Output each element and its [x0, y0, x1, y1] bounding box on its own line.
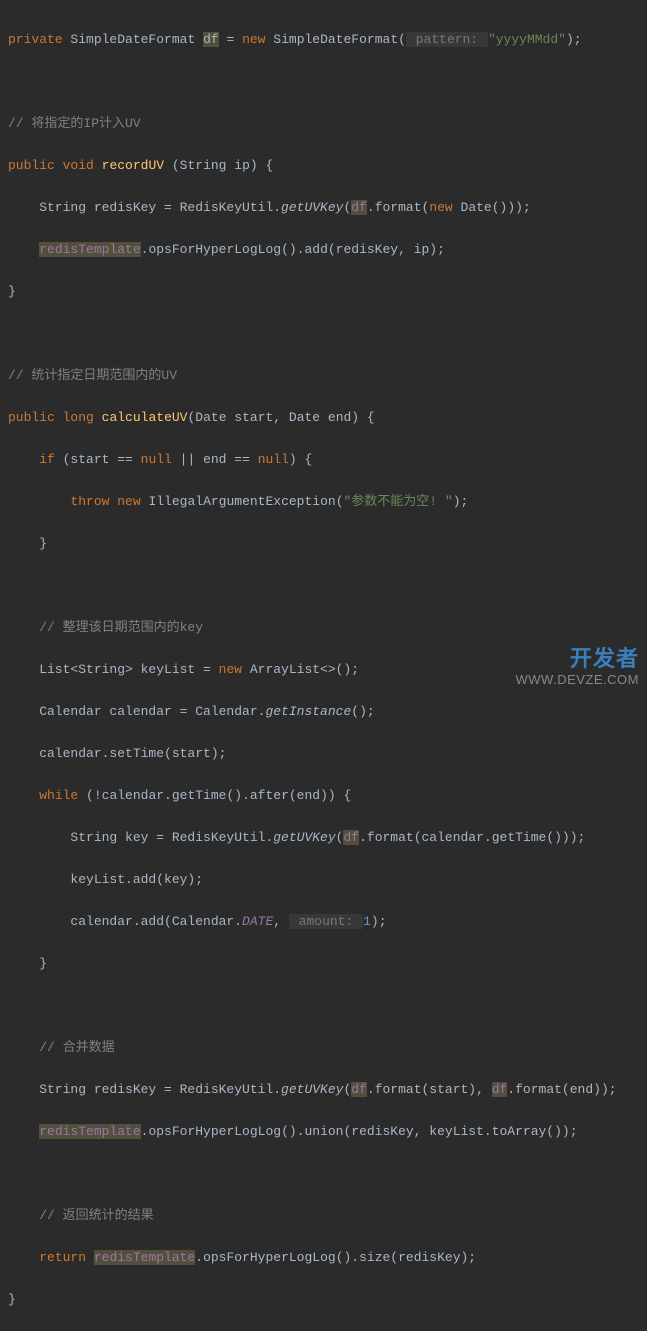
- code-line: // 将指定的IP计入UV: [8, 113, 647, 134]
- code-line: String redisKey = RedisKeyUtil.getUVKey(…: [8, 1079, 647, 1100]
- keyword-new: new: [242, 32, 265, 47]
- code-line: }: [8, 281, 647, 302]
- code-line: public void recordUV (String ip) {: [8, 155, 647, 176]
- code-line: // 整理该日期范围内的key: [8, 617, 647, 638]
- method-name: recordUV: [102, 158, 164, 173]
- watermark: 开发者 WWW.DEVZE.COM: [516, 648, 640, 690]
- comment: // 统计指定日期范围内的UV: [8, 368, 177, 383]
- code-line: keyList.add(key);: [8, 869, 647, 890]
- code-line: private SimpleDateFormat df = new Simple…: [8, 29, 647, 50]
- constant: DATE: [242, 914, 273, 929]
- method-name: calculateUV: [102, 410, 188, 425]
- field-redistemplate: redisTemplate: [39, 1124, 140, 1139]
- var-df: df: [351, 200, 367, 215]
- keyword-private: private: [8, 32, 63, 47]
- var-df: df: [351, 1082, 367, 1097]
- field-redistemplate: redisTemplate: [39, 242, 140, 257]
- code-line: calendar.setTime(start);: [8, 743, 647, 764]
- code-line: String redisKey = RedisKeyUtil.getUVKey(…: [8, 197, 647, 218]
- param-hint: pattern:: [406, 32, 488, 47]
- watermark-url: WWW.DEVZE.COM: [516, 669, 640, 690]
- code-line: // 统计指定日期范围内的UV: [8, 365, 647, 386]
- number-literal: 1: [363, 914, 371, 929]
- blank-line: [8, 1163, 647, 1184]
- code-line: String key = RedisKeyUtil.getUVKey(df.fo…: [8, 827, 647, 848]
- string-literal: "yyyyMMdd": [488, 32, 566, 47]
- comment: // 合并数据: [8, 1040, 115, 1055]
- code-line: return redisTemplate.opsForHyperLogLog()…: [8, 1247, 647, 1268]
- blank-line: [8, 995, 647, 1016]
- code-line: }: [8, 533, 647, 554]
- code-line: public long calculateUV(Date start, Date…: [8, 407, 647, 428]
- code-line: // 合并数据: [8, 1037, 647, 1058]
- comment: // 整理该日期范围内的key: [8, 620, 203, 635]
- code-line: if (start == null || end == null) {: [8, 449, 647, 470]
- comment: // 将指定的IP计入UV: [8, 116, 141, 131]
- var-df: df: [343, 830, 359, 845]
- var-df: df: [492, 1082, 508, 1097]
- code-line: calendar.add(Calendar.DATE, amount: 1);: [8, 911, 647, 932]
- code-line: throw new IllegalArgumentException("参数不能…: [8, 491, 647, 512]
- string-literal: "参数不能为空! ": [344, 494, 453, 509]
- code-line: // 返回统计的结果: [8, 1205, 647, 1226]
- static-method: getUVKey: [281, 200, 343, 215]
- code-line: redisTemplate.opsForHyperLogLog().union(…: [8, 1121, 647, 1142]
- type: SimpleDateFormat: [70, 32, 195, 47]
- blank-line: [8, 71, 647, 92]
- code-line: }: [8, 1289, 647, 1310]
- code-line: while (!calendar.getTime().after(end)) {: [8, 785, 647, 806]
- blank-line: [8, 575, 647, 596]
- field-redistemplate: redisTemplate: [94, 1250, 195, 1265]
- param-hint: amount:: [289, 914, 363, 929]
- code-line: redisTemplate.opsForHyperLogLog().add(re…: [8, 239, 647, 260]
- code-line: }: [8, 953, 647, 974]
- blank-line: [8, 323, 647, 344]
- var-df: df: [203, 32, 219, 47]
- comment: // 返回统计的结果: [8, 1208, 154, 1223]
- watermark-title: 开发者: [516, 648, 640, 669]
- code-line: Calendar calendar = Calendar.getInstance…: [8, 701, 647, 722]
